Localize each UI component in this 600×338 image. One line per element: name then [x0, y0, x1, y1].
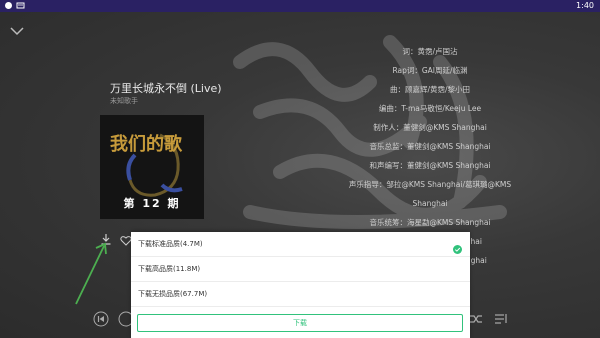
download-option-standard[interactable]: 下载标准品质(4.7M)	[131, 232, 470, 257]
album-cover: 第 12 期 我们的歌	[100, 115, 204, 219]
download-option-label: 下载无损品质(67.7M)	[138, 290, 208, 298]
download-quality-sheet: 下载标准品质(4.7M) 下载高品质(11.8M) 下载无损品质(67.7M) …	[131, 232, 470, 338]
status-time: 1:40	[576, 1, 594, 10]
lyric-line: 音乐统筹：海星勐@KMS Shanghai	[369, 218, 491, 227]
lyric-line: 制作人：董健剑@KMS Shanghai	[373, 123, 487, 132]
previous-track-icon[interactable]	[93, 311, 109, 327]
lyric-line: 曲：顾嘉辉/黄霑/黎小田	[389, 85, 471, 94]
status-bar: 1:40	[0, 0, 600, 12]
collapse-chevron-icon[interactable]	[9, 22, 25, 36]
song-artist[interactable]: 未知歌手	[110, 96, 138, 106]
annotation-arrow-icon	[75, 242, 107, 305]
playlist-icon[interactable]	[493, 311, 509, 327]
app-icon	[4, 1, 13, 10]
lyric-line: Rap词：GAI周延/临渊	[392, 66, 468, 75]
cover-issue-label: 第 12 期	[123, 197, 181, 210]
lyric-line: 音乐总监：董健剑@KMS Shanghai	[369, 142, 491, 151]
lyric-line: 和声编写：董健剑@KMS Shanghai	[369, 161, 491, 170]
shuffle-icon[interactable]	[468, 311, 484, 327]
lyric-line: 词：黄霑/卢国沾	[402, 47, 458, 56]
lyric-line: 编曲：T-ma马敬恒/Keeju Lee	[378, 104, 482, 113]
lyric-line: 声乐指导：邹拉@KMS Shanghai/葛琪璐@KMS	[348, 180, 512, 189]
cover-title-art: 我们的歌	[110, 134, 182, 155]
download-option-label: 下载高品质(11.8M)	[138, 265, 201, 273]
download-option-label: 下载标准品质(4.7M)	[138, 240, 203, 248]
notification-icon	[16, 1, 25, 10]
download-option-lossless[interactable]: 下载无损品质(67.7M)	[131, 282, 470, 307]
download-button[interactable]: 下载	[137, 314, 463, 332]
song-title: 万里长城永不倒 (Live)	[110, 82, 222, 95]
lyric-line: Shanghai	[412, 199, 448, 208]
selected-check-icon	[453, 239, 462, 254]
download-option-high[interactable]: 下载高品质(11.8M)	[131, 257, 470, 282]
